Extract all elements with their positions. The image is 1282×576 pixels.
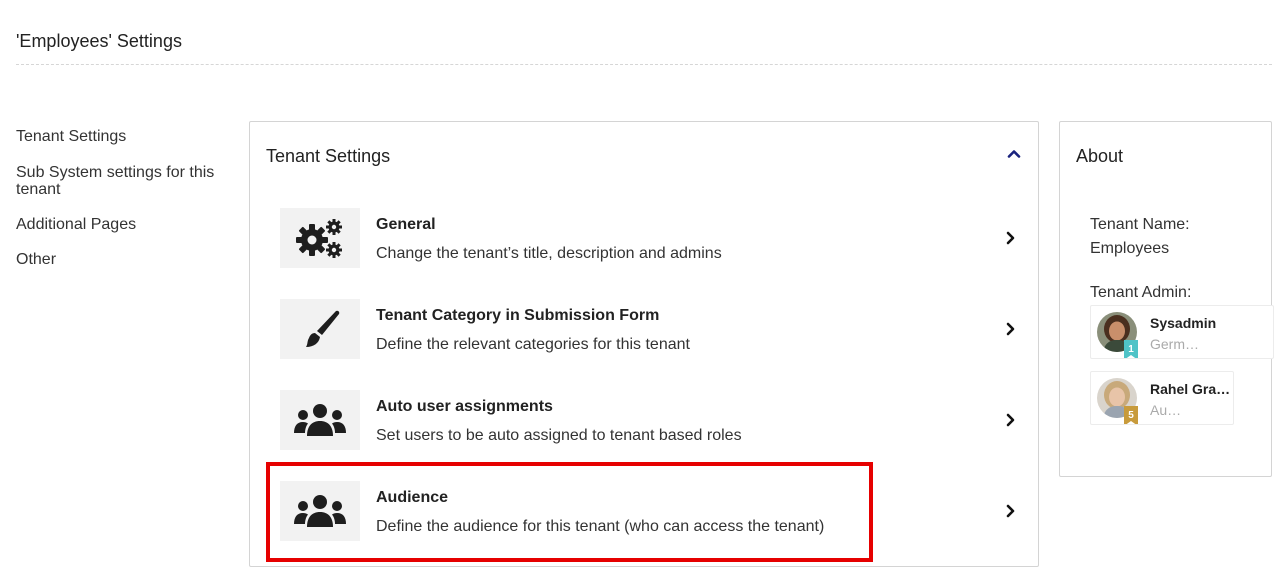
- sidebar-item-sub-system-settings[interactable]: Sub System settings for this tenant: [16, 164, 216, 198]
- tenant-name-label: Tenant Name:: [1090, 216, 1190, 233]
- rank-badge: 5: [1124, 406, 1138, 424]
- title-divider: [16, 64, 1272, 65]
- gears-icon: [280, 208, 360, 268]
- setting-title: General: [376, 216, 436, 233]
- admin-name: Sysadmin: [1150, 315, 1217, 331]
- page-title: 'Employees' Settings: [16, 31, 182, 51]
- chevron-up-icon: [1007, 150, 1021, 158]
- sidebar-item-tenant-settings[interactable]: Tenant Settings: [16, 128, 216, 145]
- chevron-right-icon: [1006, 322, 1015, 336]
- badge-number: 5: [1128, 410, 1134, 421]
- setting-general[interactable]: General Change the tenant’s title, descr…: [280, 208, 1020, 270]
- setting-title: Audience: [376, 489, 449, 506]
- tenant-name-value: Employees: [1090, 240, 1170, 257]
- admin-card-sysadmin[interactable]: 1 Sysadmin Germ…: [1090, 305, 1274, 359]
- setting-auto-user-assignments[interactable]: Auto user assignments Set users to be au…: [280, 390, 1020, 452]
- sidebar-nav: Tenant Settings Sub System settings for …: [16, 128, 216, 286]
- admin-card-rahel[interactable]: 5 Rahel Gra… Au…: [1090, 371, 1234, 425]
- admin-subtitle: Au…: [1150, 402, 1182, 418]
- setting-tenant-category[interactable]: Tenant Category in Submission Form Defin…: [280, 299, 1020, 361]
- chevron-right-icon: [1006, 231, 1015, 245]
- sidebar-item-other[interactable]: Other: [16, 251, 216, 268]
- chevron-right-icon: [1006, 413, 1015, 427]
- admin-subtitle: Germ…: [1150, 336, 1199, 352]
- users-group-icon: [280, 390, 360, 450]
- rank-badge: 1: [1124, 340, 1138, 358]
- chevron-right-icon: [1006, 504, 1015, 518]
- paintbrush-icon: [280, 299, 360, 359]
- setting-description: Change the tenant’s title, description a…: [376, 245, 722, 262]
- sidebar-item-additional-pages[interactable]: Additional Pages: [16, 216, 216, 233]
- badge-number: 1: [1128, 344, 1134, 355]
- about-panel: About Tenant Name: Employees Tenant Admi…: [1059, 121, 1274, 477]
- tenant-settings-panel: Tenant Settings General Change the tenan…: [249, 121, 1039, 567]
- setting-description: Define the relevant categories for this …: [376, 336, 690, 353]
- users-group-icon: [280, 481, 360, 541]
- setting-title: Tenant Category in Submission Form: [376, 307, 660, 324]
- tenant-admin-label: Tenant Admin:: [1090, 284, 1192, 301]
- setting-description: Set users to be auto assigned to tenant …: [376, 427, 742, 444]
- setting-audience[interactable]: Audience Define the audience for this te…: [280, 481, 1020, 543]
- admin-name: Rahel Gra…: [1150, 381, 1231, 397]
- panel-title: Tenant Settings: [266, 146, 391, 166]
- setting-description: Define the audience for this tenant (who…: [376, 518, 825, 535]
- about-title: About: [1076, 146, 1124, 166]
- setting-title: Auto user assignments: [376, 398, 553, 415]
- collapse-button[interactable]: [1004, 144, 1024, 164]
